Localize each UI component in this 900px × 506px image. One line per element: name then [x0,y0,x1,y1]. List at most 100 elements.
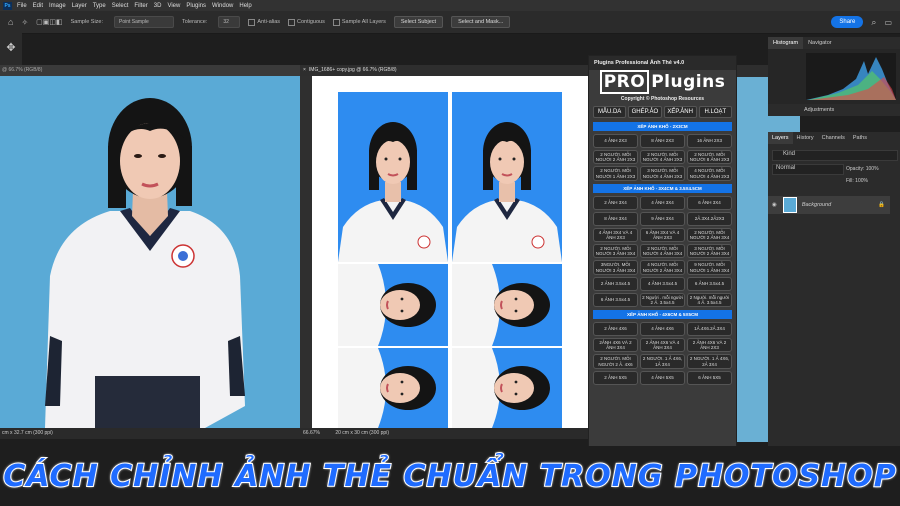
tolerance-input[interactable]: 32 [218,16,241,28]
plugin-layout-button[interactable]: 2 NGƯỜI. MỖI NGƯỜI 2 ẢNH 3X4 [687,227,732,243]
plugin-copyright: Copyright © Photoshop Resources [620,96,705,102]
share-button[interactable]: Share [831,16,864,28]
plugin-layout-button[interactable]: 2 NGƯỜI. MỖI NGƯỜI 2 ẢNH 2X3 [593,150,638,165]
plugin-layout-button[interactable]: 2 NGƯỜI. 1 Ả 4X6, 1Ả 3X4 [640,354,685,369]
plugin-layout-button[interactable]: 6 ẢNH 3.5x4.5 [687,276,732,291]
plugin-layout-button[interactable]: 2 NGƯỜI. MỖI NGƯỜI 3 ẢNH 3X4 [593,244,638,259]
id-photo-1 [338,92,448,262]
home-icon[interactable]: ⌂ [8,17,13,27]
histogram-panel [768,49,900,104]
lock-icon[interactable]: 🔒 [878,202,885,208]
plugin-layout-button[interactable]: 4 ẢNH 3.5x4.5 [640,276,685,291]
plugin-layout-button[interactable]: 2 ẢNH 5X5 [593,370,638,385]
plugin-layout-button[interactable]: 4 NGƯỜI. MỖI NGƯỜI 2 ẢNH 3X4 [640,260,685,275]
doc1-canvas[interactable] [0,76,300,428]
plugin-layout-button[interactable]: 2 ẢNH 3.5x4.5 [593,276,638,291]
menu-plugins[interactable]: Plugins [186,3,206,9]
plugin-layout-button[interactable]: 3 NGƯỜI. MỖI NGƯỜI 4 ẢNH 2X3 [640,166,685,181]
tab-paths[interactable]: Paths [849,132,871,144]
opacity-field[interactable]: Opacity: 100% [846,166,879,172]
plugin-layout-button[interactable]: 3NGƯỜI. MỖI NGƯỜI 3 ẢNH 3X4 [593,260,638,275]
plugin-layout-button[interactable]: 4 ẢNH 4X6 [640,322,685,337]
plugin-layout-button[interactable]: 2 NGƯỜI. MỖI NGƯỜI 1 ẢNH 2X3 [593,166,638,181]
plugin-layout-button[interactable]: 4 NGƯỜI. MỖI NGƯỜI 4 ẢNH 2X3 [687,166,732,181]
menu-bar: Ps File Edit Image Layer Type Select Fil… [0,0,900,11]
plugin-section-header: XẾP ẢNH KHỔ - 3X4CM & 3.5X4.5CM [593,183,732,193]
menu-file[interactable]: File [17,3,27,9]
background-layer[interactable]: ◉ Background 🔒 [768,196,890,214]
contiguous-checkbox[interactable]: Contiguous [288,18,325,26]
plugin-layout-button[interactable]: 2 ẢNH 4X6 VÀ 4 ẢNH 3X4 [640,338,685,353]
doc2-tab-close-icon[interactable]: × [303,67,306,73]
plugin-layout-button[interactable]: 2 NGƯỜI. MỖI NGƯỜI 8 ẢNH 2X3 [687,150,732,165]
plugin-layout-button[interactable]: 3 NGƯỜI. MỖI NGƯỜI 2 ẢNH 3X4 [687,244,732,259]
plugin-layout-button[interactable]: 9 NGƯỜI. MỖI NGƯỜI 1 ẢNH 3X4 [687,260,732,275]
select-subject-button[interactable]: Select Subject [393,16,444,28]
layer-name: Background [801,202,832,208]
layer-thumbnail [782,197,797,213]
plugin-layout-button[interactable]: 2ẢNH 4X6 VÀ 2 ẢNH 3X4 [593,338,638,353]
visibility-eye-icon[interactable]: ◉ [772,202,777,208]
select-mask-button[interactable]: Select and Mask... [451,16,511,28]
kind-label: Kind [783,151,796,157]
histogram-graph [806,53,896,100]
plugin-layout-button[interactable]: 8 ẢNH 3X4 [593,211,638,226]
plugin-layout-button[interactable]: 9 ẢNH 3X4 [640,211,685,226]
adjustments-tab[interactable]: Adjustments [768,104,900,116]
menu-view[interactable]: View [167,3,180,9]
plugin-layout-button[interactable]: 4 ẢNH 3X4 VÀ 4 ẢNH 2X3 [593,227,638,243]
plugin-layout-button[interactable]: 2 Người . mỗi người 2 Ả. 3.5x4.5 [640,292,685,308]
layer-kind-filter[interactable]: Kind [772,150,898,161]
doc1-tab[interactable]: @ 66.7% (RGB/8) [0,65,300,76]
tab-history[interactable]: History [793,132,818,144]
plugin-layout-button[interactable]: 2 ẢNH 3X4 [593,195,638,210]
menu-edit[interactable]: Edit [33,3,43,9]
plugin-tab-xep-anh[interactable]: XẾP.ẢNH [663,106,697,118]
plugin-layout-button[interactable]: 4 ẢNH 2X3 [593,134,638,148]
move-tool-icon[interactable]: ✥ [6,41,15,54]
plugin-layout-button[interactable]: 2 Người. mỗi người 4 Ả. 3.5x4.5 [687,292,732,308]
menu-image[interactable]: Image [49,3,66,9]
plugin-layout-button[interactable]: 1Ả.4X6.2Ả.3X4 [687,322,732,337]
plugin-layout-button[interactable]: 4 ẢNH 5X5 [640,370,685,385]
sample-all-checkbox[interactable]: Sample All Layers [332,18,386,26]
plugin-layout-button[interactable]: 2 NGƯỜI. 1 Ả 4X6, 2Ả 3X4 [687,354,732,369]
plugin-layout-button[interactable]: 6 ẢNH 3X4 [687,195,732,210]
fill-field[interactable]: Fill: 100% [846,178,868,184]
plugin-layout-button[interactable]: 2 ẢNH 4X6 [593,322,638,337]
tab-layers[interactable]: Layers [768,132,793,144]
plugin-layout-button[interactable]: 2 ẢNH 4X6 VÀ 2 ẢNH 2X3 [687,338,732,353]
plugin-layout-button[interactable]: 6 ẢNH 3.5x4.5 [593,292,638,308]
plugin-layout-button[interactable]: 6 ẢNH 5X5 [687,370,732,385]
menu-filter[interactable]: Filter [134,3,147,9]
selection-mode-icons[interactable]: ▢▣◫◧ [36,18,62,26]
workspace-icon[interactable]: ▭ [884,18,892,27]
menu-3d[interactable]: 3D [154,3,162,9]
plugin-tab-h-loat[interactable]: H.LOẠT [698,106,732,118]
plugin-tab-ghep-ao[interactable]: GHÉP.ẢO [628,106,662,118]
anti-alias-checkbox[interactable]: Anti-alias [248,18,280,26]
plugin-layout-button[interactable]: 2 NGƯỜI. MỖI NGƯỜI 2 Ả. 4X6 [593,354,638,369]
plugin-layout-button[interactable]: 2 NGƯỜI. MỖI NGƯỜI 4 ẢNH 2X3 [640,150,685,165]
menu-layer[interactable]: Layer [72,3,87,9]
tools-panel: ✥ [0,33,22,65]
doc2-size: 20 cm x 30 cm (300 ppi) [335,430,389,436]
tab-histogram[interactable]: Histogram [768,37,804,49]
sample-size-select[interactable]: Point Sample [114,16,175,28]
magic-wand-icon[interactable]: ✧ [21,18,28,27]
plugin-layout-button[interactable]: 2 NGƯỜI. MỖI NGƯỜI 4 ẢNH 3X4 [640,244,685,259]
plugin-layout-button[interactable]: 8 ẢNH 2X3 [640,134,685,148]
menu-window[interactable]: Window [212,3,233,9]
plugin-layout-button[interactable]: 4 ẢNH 3X4 [640,195,685,210]
menu-help[interactable]: Help [239,3,251,9]
tab-channels[interactable]: Channels [818,132,849,144]
plugin-tab-mau-da[interactable]: MẪU.DA [593,106,627,118]
menu-select[interactable]: Select [112,3,129,9]
search-icon[interactable]: ⌕ [871,17,876,28]
plugin-layout-button[interactable]: 6 ẢNH 3X4 VÀ 4 ẢNH 2X3 [640,227,685,243]
tab-navigator[interactable]: Navigator [803,37,837,49]
plugin-layout-button[interactable]: 2Ả.3X4.2Ả2X3 [687,211,732,226]
menu-type[interactable]: Type [93,3,106,9]
blend-mode-select[interactable]: Normal [772,164,844,175]
plugin-layout-button[interactable]: 16 ẢNH 2X3 [687,134,732,148]
